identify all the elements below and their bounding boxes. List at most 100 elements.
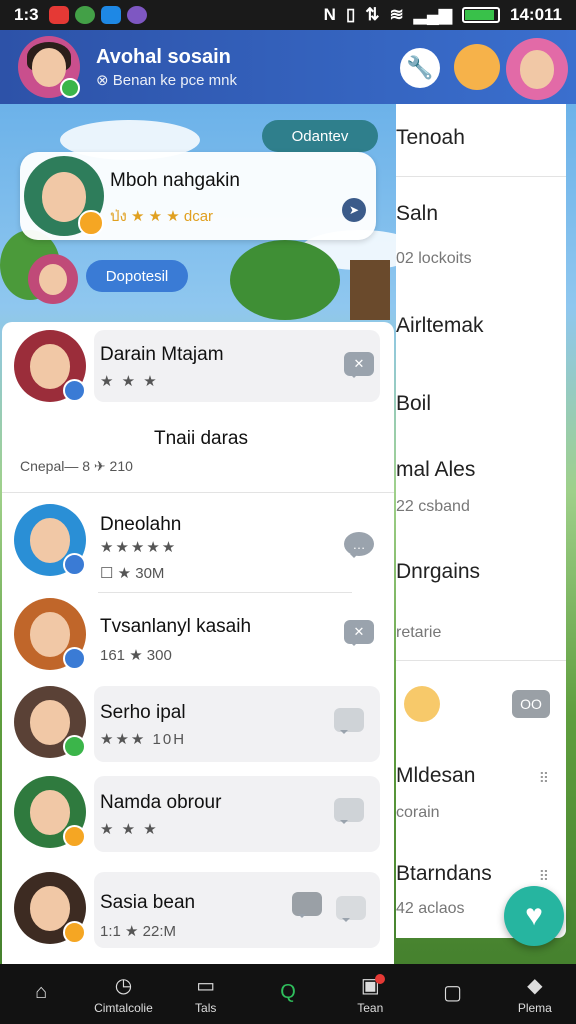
pill-top-label: Odantev (291, 127, 349, 145)
nav-history[interactable]: ◷ Cimtalcolie (82, 964, 164, 1024)
chat-icon[interactable] (334, 708, 364, 734)
avatar (14, 504, 86, 576)
contact-meta: 161 ★ 300 (100, 647, 172, 664)
chat-icon[interactable] (336, 896, 366, 922)
clock-icon: ◷ (114, 975, 133, 997)
home-icon: ⌂ (35, 981, 48, 1003)
side-item-sub: 02 lockoits (396, 250, 472, 267)
side-item-boil[interactable]: Boil (396, 392, 566, 416)
side-item-sub: 22 csband (396, 498, 470, 515)
app-header: Avohal sosain ⊗ Benan ke pce mnk 🔧 (0, 30, 576, 104)
side-item-label: Saln (396, 202, 439, 225)
wifi-icon: ≋ (389, 5, 404, 24)
status-time: 1:3 (14, 5, 39, 24)
rating-stars: ★ ★ ★ (100, 373, 159, 390)
nav-square[interactable]: ▢ (411, 964, 493, 1024)
list-item[interactable]: Tvsanlanyl kasaih 161 ★ 300 ✕ (2, 598, 394, 678)
chat-card-name: Mboh nahgakin (110, 170, 240, 191)
side-item-label: Tenoah (396, 126, 465, 149)
nav-label: Cimtalcolie (94, 1000, 153, 1015)
list-item[interactable]: Serho ipal ★★★ 10H (2, 686, 394, 766)
pill-bottom-label: Dopotesil (105, 267, 169, 285)
nfc-icon: N (323, 5, 336, 24)
contact-meta: ☐ ★ 30M (100, 565, 165, 582)
send-icon[interactable]: ➤ (342, 198, 366, 222)
heart-icon: ♥ (525, 899, 543, 932)
drag-handle-icon[interactable]: ⠿ (539, 868, 550, 885)
bottom-nav: ⌂ ◷ Cimtalcolie ▭ Tals Q ▣ Tean ▢ ◆ Plem… (0, 964, 576, 1024)
notification-dot (375, 974, 386, 984)
emoji-avatar[interactable] (454, 44, 500, 90)
rating-stars: ★★★★★ (100, 539, 178, 556)
app-icon-purple (126, 6, 147, 24)
search-icon: Q (280, 981, 296, 1003)
chat-icon[interactable]: ✕ (344, 620, 374, 646)
square-icon: ▢ (443, 982, 462, 1004)
avatar (14, 330, 86, 402)
heart-box-icon: ◆ (527, 975, 543, 997)
side-item-sub: corain (396, 804, 440, 821)
rating-stars: ★ ★ ★ (100, 821, 159, 838)
side-item-label: Dnrgains (396, 560, 481, 583)
app-icon-blue (100, 6, 121, 24)
profile-subtitle: ⊗ Benan ke pce mnk (96, 71, 237, 89)
badge-icon (78, 210, 104, 236)
side-panel: Tenoah Saln 02 lockoits Airltemak Boil m… (396, 104, 566, 938)
youtube-icon (48, 6, 69, 24)
list-item[interactable]: Sasia bean 1:1 ★ 22:M (2, 872, 394, 956)
list-item[interactable]: Namda obrour ★ ★ ★ (2, 776, 394, 856)
vibrate-icon: ▯ (345, 5, 356, 24)
side-item-label: Airltemak (396, 314, 484, 337)
contact-list: Darain Mtajam ★ ★ ★ ✕ Tnaii daras Cnepal… (2, 322, 394, 964)
rating-stars: ★★★ 10H (100, 731, 187, 748)
contact-name: Sasia bean (100, 892, 196, 913)
nav-tean[interactable]: ▣ Tean (329, 964, 411, 1024)
side-item-tenoah[interactable]: Tenoah (396, 126, 566, 150)
status-bar: 1:3 N ▯ ⇅ ≋ ▂▄▆ 14:011 (0, 0, 576, 30)
user-avatar-pink[interactable] (506, 38, 568, 100)
app-icon-green (74, 6, 95, 24)
chat-icon[interactable]: ✕ (344, 352, 374, 378)
side-item-airltemak[interactable]: Airltemak (396, 314, 566, 338)
chat-card-meta: ป่ง ★ ★ ★ dcar (110, 208, 214, 225)
list-item[interactable]: Darain Mtajam ★ ★ ★ ✕ Tnaii daras Cnepal… (2, 322, 394, 494)
avatar (14, 872, 86, 944)
side-item-label: Boil (396, 392, 432, 415)
contact-name: Tvsanlanyl kasaih (100, 616, 252, 637)
label-pill-top[interactable]: Odantev (262, 120, 378, 152)
contact-name: Darain Mtajam (100, 344, 224, 365)
signal-icon: ▂▄▆ (413, 5, 452, 24)
box-icon: ▭ (196, 975, 216, 997)
contact-extra-meta: Cnepal— 8 ✈ 210 (20, 458, 133, 474)
status-clock: 14:011 (510, 5, 562, 24)
emoji-face-icon[interactable] (404, 686, 440, 722)
side-item-sub: retarie (396, 624, 442, 641)
emoji-box[interactable]: OO (512, 690, 550, 718)
avatar (14, 686, 86, 758)
avatar (14, 776, 86, 848)
chat-icon[interactable] (334, 798, 364, 824)
favorite-button[interactable]: ♥ (504, 886, 564, 946)
chat-card[interactable]: Mboh nahgakin ป่ง ★ ★ ★ dcar ➤ (20, 152, 376, 240)
nav-plema[interactable]: ◆ Plema (494, 964, 576, 1024)
profile-avatar[interactable] (18, 36, 80, 98)
search-button[interactable]: 🔧 (400, 48, 440, 88)
nav-search[interactable]: Q (247, 964, 329, 1024)
emoji-box-label: OO (520, 696, 542, 712)
chat-icon[interactable]: … (344, 532, 374, 558)
side-item-mal-ales[interactable]: mal Ales 22 csband (396, 458, 566, 516)
online-badge-icon (60, 78, 80, 98)
small-avatar[interactable] (28, 254, 78, 304)
side-item-label: mal Ales (396, 458, 476, 481)
chat-icon[interactable] (292, 892, 322, 918)
label-pill-bottom[interactable]: Dopotesil (86, 260, 188, 292)
nav-home[interactable]: ⌂ (0, 964, 82, 1024)
contact-meta: 1:1 ★ 22:M (100, 923, 176, 940)
nav-label: Plema (517, 1000, 552, 1015)
drag-handle-icon[interactable]: ⠿ (539, 770, 550, 787)
list-item[interactable]: Dneolahn ★★★★★ ☐ ★ 30M … (2, 502, 394, 594)
side-item-saln[interactable]: Saln 02 lockoits (396, 202, 566, 268)
battery-icon (462, 7, 500, 23)
nav-tals[interactable]: ▭ Tals (165, 964, 247, 1024)
side-item-dnrgains[interactable]: Dnrgains retarie (396, 560, 566, 642)
